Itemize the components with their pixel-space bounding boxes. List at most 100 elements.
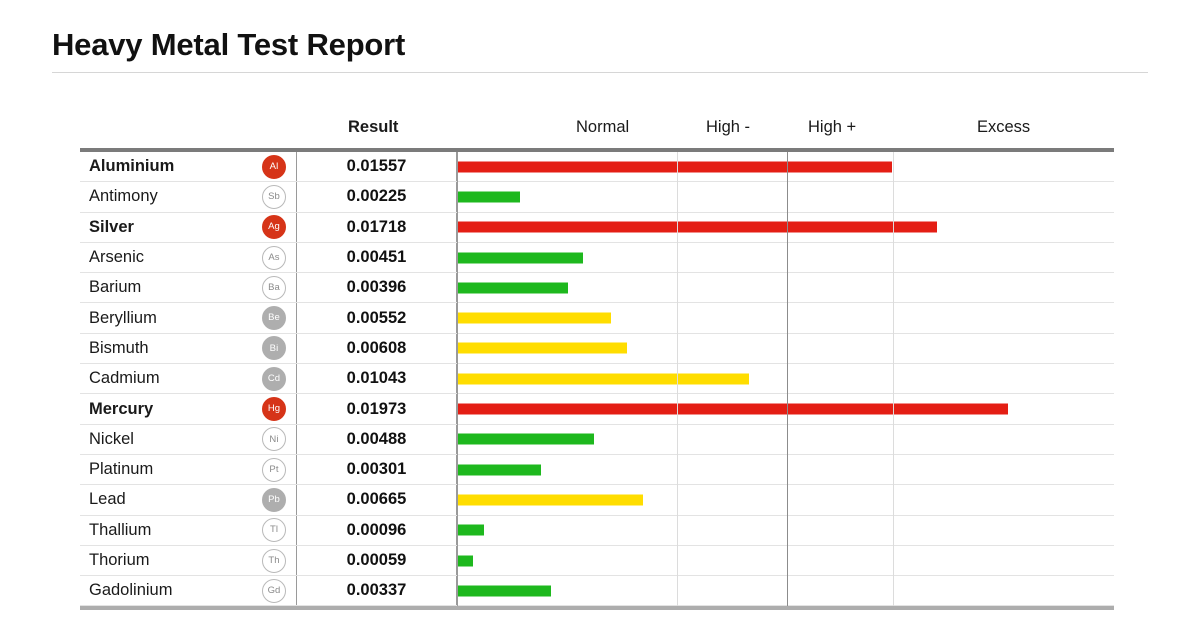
result-bar	[457, 373, 749, 385]
element-symbol-cell: Al	[252, 152, 297, 182]
element-name: Cadmium	[89, 369, 160, 388]
result-bar-cell	[457, 243, 1114, 272]
result-bar	[457, 282, 569, 294]
title-divider	[52, 72, 1148, 74]
result-value: 0.00301	[297, 454, 457, 485]
result-bar	[457, 221, 938, 233]
element-symbol-badge: Be	[262, 306, 286, 331]
element-symbol-badge: Ag	[262, 215, 286, 240]
result-bar-cell	[457, 303, 1114, 332]
element-symbol-cell: Be	[252, 303, 297, 333]
result-bar	[457, 403, 1009, 415]
result-bar	[457, 342, 628, 354]
report-header: Heavy Metal Test Report	[52, 26, 1148, 74]
page-title: Heavy Metal Test Report	[52, 27, 406, 62]
table-row[interactable]: Thorium Th 0.00059	[80, 545, 1114, 577]
result-value: 0.00337	[297, 576, 457, 606]
result-value: 0.01718	[297, 212, 457, 242]
element-symbol-cell: Gd	[252, 576, 297, 606]
result-bar	[457, 524, 484, 536]
element-symbol-cell: As	[252, 242, 297, 273]
table-row[interactable]: Mercury Hg 0.01973	[80, 394, 1114, 425]
table-row[interactable]: Platinum Pt 0.00301	[80, 454, 1114, 486]
element-symbol-cell: Ni	[252, 424, 297, 454]
result-bar	[457, 433, 594, 445]
result-value: 0.01557	[297, 152, 457, 182]
element-symbol-cell: Ba	[252, 273, 297, 303]
result-bar-cell	[457, 546, 1114, 575]
element-symbol-badge: As	[262, 245, 286, 270]
element-symbol-cell: Cd	[252, 364, 297, 394]
table-row[interactable]: Antimony Sb 0.00225	[80, 182, 1114, 213]
result-bar-cell	[457, 576, 1114, 605]
element-symbol-badge: Pb	[262, 487, 286, 512]
result-bar	[457, 252, 584, 264]
result-bar	[457, 464, 542, 476]
element-symbol-badge: Tl	[262, 518, 286, 543]
result-bar-cell	[457, 364, 1114, 393]
result-value: 0.00059	[297, 545, 457, 576]
table-row[interactable]: Cadmium Cd 0.01043	[80, 364, 1114, 395]
result-bar	[457, 494, 643, 506]
element-name: Nickel	[89, 429, 134, 448]
element-symbol-badge: Cd	[262, 366, 286, 391]
result-bar-cell	[457, 455, 1114, 484]
result-value: 0.00665	[297, 485, 457, 515]
table-row[interactable]: Lead Pb 0.00665	[80, 485, 1114, 516]
result-bar-cell	[457, 485, 1114, 514]
element-name: Beryllium	[89, 308, 157, 327]
table-row[interactable]: Arsenic As 0.00451	[80, 242, 1114, 274]
result-bar	[457, 555, 474, 566]
element-symbol-badge: Sb	[262, 184, 286, 209]
table-row[interactable]: Barium Ba 0.00396	[80, 273, 1114, 304]
element-name: Mercury	[89, 399, 154, 418]
table-row[interactable]: Silver Ag 0.01718	[80, 212, 1114, 243]
result-bar-cell	[457, 152, 1114, 181]
result-bar-cell	[457, 425, 1114, 454]
result-bar-cell	[457, 334, 1114, 363]
table-row[interactable]: Bismuth Bi 0.00608	[80, 333, 1114, 365]
column-headers: Result Normal High - High + Excess	[80, 118, 1114, 148]
element-symbol-cell: Bi	[252, 333, 297, 364]
element-symbol-cell: Sb	[252, 182, 297, 212]
result-bar-cell	[457, 182, 1114, 211]
result-bar	[457, 312, 612, 324]
table-row[interactable]: Beryllium Be 0.00552	[80, 303, 1114, 334]
result-value: 0.00608	[297, 333, 457, 364]
element-name: Arsenic	[89, 248, 145, 267]
column-header-result: Result	[348, 118, 399, 136]
result-value: 0.00225	[297, 182, 457, 212]
element-symbol-cell: Th	[252, 545, 297, 576]
element-symbol-badge: Th	[262, 548, 286, 573]
result-value: 0.01043	[297, 364, 457, 394]
element-symbol-badge: Bi	[262, 336, 286, 361]
result-bar-cell	[457, 516, 1114, 545]
element-name: Silver	[89, 217, 134, 236]
element-symbol-badge: Hg	[262, 397, 286, 422]
result-bar	[457, 191, 521, 203]
element-name: Barium	[89, 278, 142, 297]
column-header-normal: Normal	[576, 118, 630, 136]
result-value: 0.00552	[297, 303, 457, 333]
results-table: Aluminium Al 0.01557 Antimony Sb 0.00225 Silve…	[80, 148, 1114, 611]
result-value: 0.00488	[297, 424, 457, 454]
element-symbol-badge: Ni	[262, 427, 286, 452]
table-row[interactable]: Thallium Tl 0.00096	[80, 515, 1114, 546]
column-header-excess: Excess	[977, 118, 1031, 136]
result-bar-cell	[457, 394, 1114, 423]
element-symbol-badge: Ba	[262, 275, 286, 300]
column-header-high-plus: High +	[808, 118, 857, 136]
element-symbol-cell: Ag	[252, 212, 297, 242]
table-row[interactable]: Nickel Ni 0.00488	[80, 424, 1114, 455]
element-name: Antimony	[89, 187, 158, 206]
table-row[interactable]: Aluminium Al 0.01557	[80, 152, 1114, 183]
result-value: 0.00096	[297, 515, 457, 545]
result-bar-cell	[457, 273, 1114, 302]
table-row[interactable]: Gadolinium Gd 0.00337	[80, 576, 1114, 607]
element-symbol-cell: Hg	[252, 394, 297, 424]
result-value: 0.01973	[297, 394, 457, 424]
report-page: Heavy Metal Test Report Result Normal Hi…	[0, 0, 1200, 630]
result-value: 0.00451	[297, 242, 457, 273]
result-bar	[457, 585, 551, 597]
element-symbol-badge: Pt	[262, 457, 286, 482]
